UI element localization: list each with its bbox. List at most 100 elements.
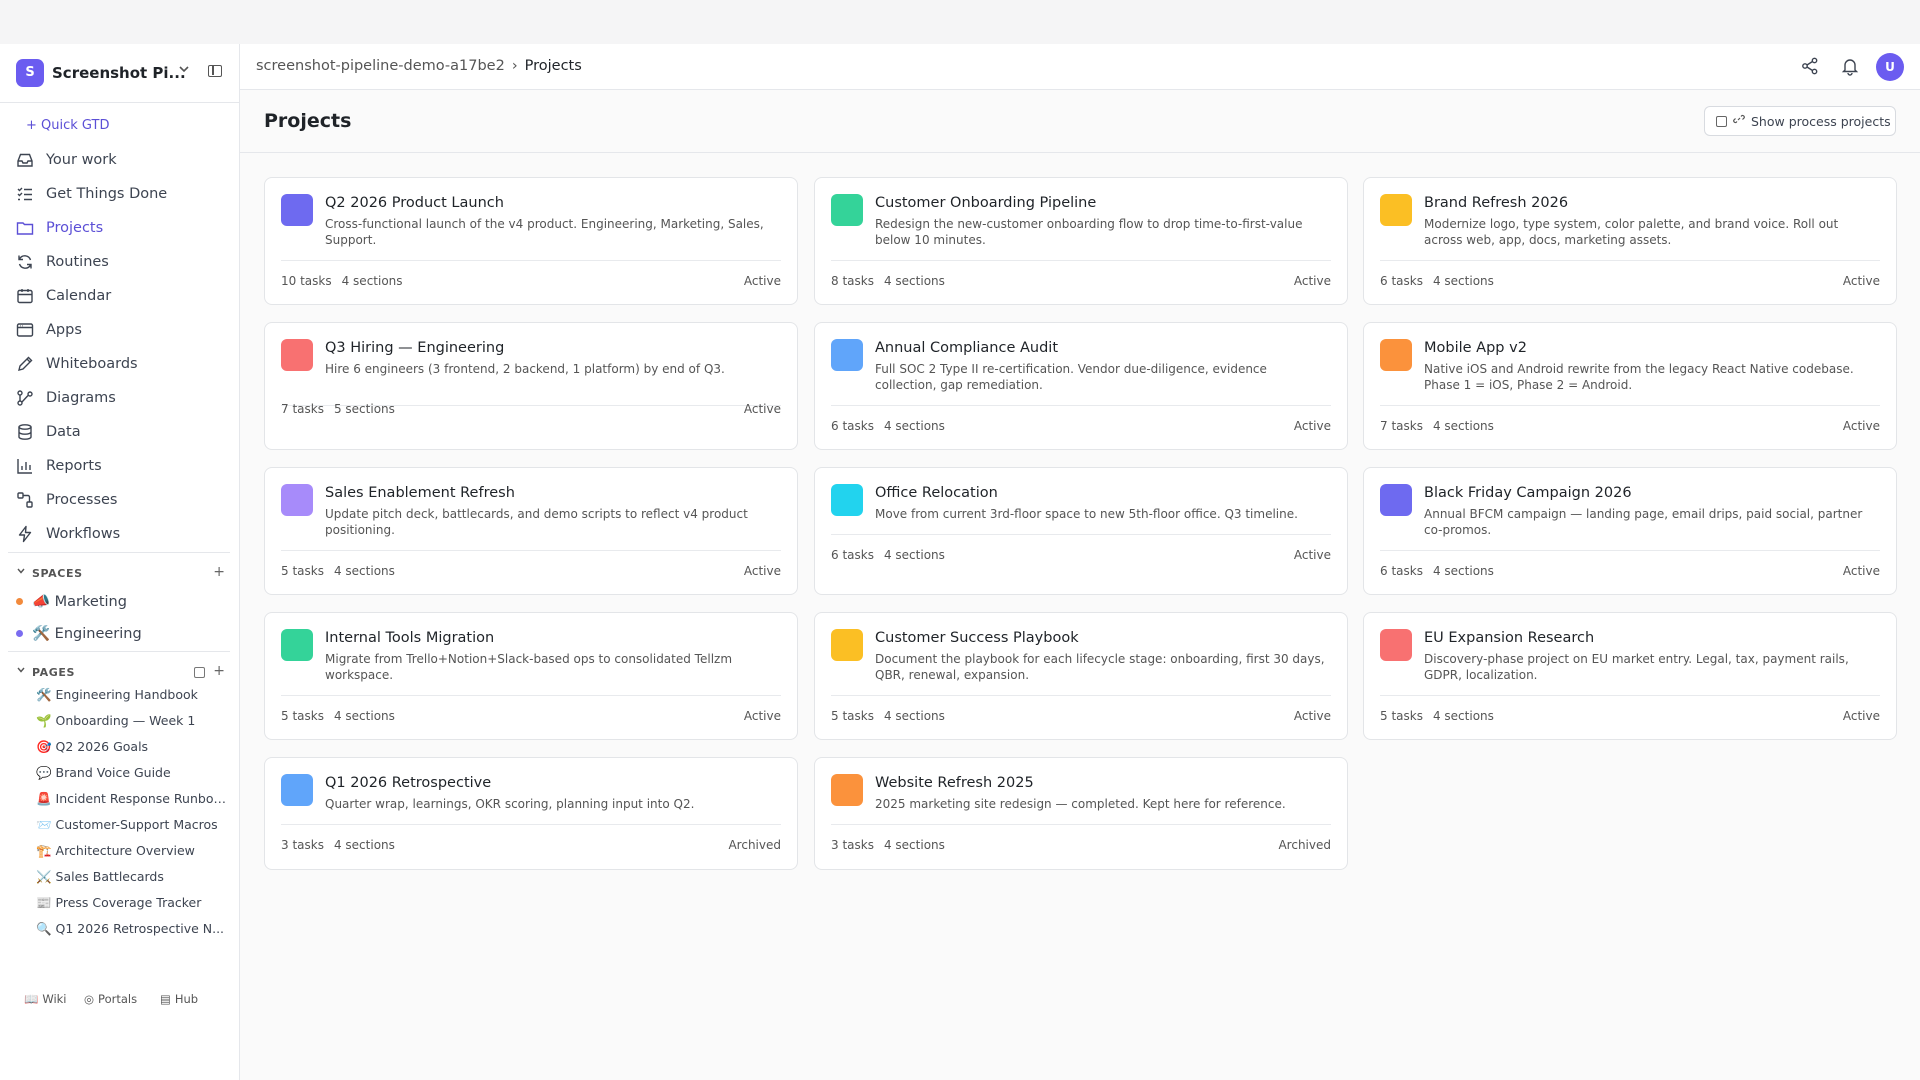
- project-card[interactable]: Q1 2026 Retrospective Quarter wrap, lear…: [264, 757, 798, 870]
- page-label: 🚨 Incident Response Runbook: [36, 791, 226, 806]
- sidebar-page-item[interactable]: 📰 Press Coverage Tracker: [36, 895, 226, 915]
- page-label: 🔍 Q1 2026 Retrospective N...: [36, 921, 225, 936]
- project-card[interactable]: Annual Compliance Audit Full SOC 2 Type …: [814, 322, 1348, 450]
- project-meta: 6 tasks 4 sections: [831, 548, 945, 562]
- wiki-link[interactable]: 📖 Wiki: [24, 992, 67, 1006]
- sidebar-page-item[interactable]: 💬 Brand Voice Guide: [36, 765, 226, 785]
- page-label: 🌱 Onboarding — Week 1: [36, 713, 196, 728]
- sidebar-page-item[interactable]: 📨 Customer-Support Macros: [36, 817, 226, 837]
- refresh-icon: [18, 255, 32, 269]
- project-title: Customer Onboarding Pipeline: [875, 195, 1097, 211]
- user-avatar[interactable]: U: [1876, 53, 1904, 81]
- project-meta: 6 tasks 4 sections: [831, 419, 945, 433]
- sidebar-collapse-icon[interactable]: [208, 65, 222, 77]
- sidebar-page-item[interactable]: 🛠️ Engineering Handbook: [36, 687, 226, 707]
- sidebar-page-item[interactable]: 🚨 Incident Response Runbook: [36, 791, 226, 811]
- sidebar-page-item[interactable]: 🔍 Q1 2026 Retrospective N...: [36, 921, 226, 941]
- page-title: Projects: [264, 110, 352, 132]
- sidebar-item-calendar[interactable]: Calendar: [14, 282, 229, 310]
- project-title: Sales Enablement Refresh: [325, 485, 515, 501]
- sidebar-item-projects[interactable]: Projects: [14, 214, 229, 242]
- sidebar-item-routines[interactable]: Routines: [14, 248, 229, 276]
- sidebar-item-data[interactable]: Data: [14, 418, 229, 446]
- card-divider: [831, 260, 1331, 261]
- project-title: Q1 2026 Retrospective: [325, 775, 492, 791]
- project-card[interactable]: Office Relocation Move from current 3rd-…: [814, 467, 1348, 595]
- sidebar-item-reports[interactable]: Reports: [14, 452, 229, 480]
- sidebar-space-engineering[interactable]: 🛠️ Engineering: [14, 622, 229, 644]
- project-meta: 3 tasks 4 sections: [281, 838, 395, 852]
- chevron-down-icon[interactable]: [16, 665, 26, 678]
- template-icon[interactable]: [194, 667, 205, 678]
- project-card[interactable]: Q3 Hiring — Engineering Hire 6 engineers…: [264, 322, 798, 450]
- project-description: 2025 marketing site redesign — completed…: [875, 797, 1286, 811]
- card-divider: [281, 260, 781, 261]
- add-space-icon[interactable]: +: [213, 564, 225, 580]
- project-color-swatch: [1380, 339, 1412, 371]
- spaces-section-header[interactable]: SPACES +: [14, 564, 229, 583]
- breadcrumb-workspace[interactable]: screenshot-pipeline-demo-a17be2: [256, 58, 505, 74]
- page-label: ⚔️ Sales Battlecards: [36, 869, 164, 884]
- project-card[interactable]: Customer Onboarding Pipeline Redesign th…: [814, 177, 1348, 305]
- sidebar-item-whiteboards[interactable]: Whiteboards: [14, 350, 229, 378]
- project-card[interactable]: Mobile App v2 Native iOS and Android rew…: [1363, 322, 1897, 450]
- portals-link[interactable]: ◎ Portals: [84, 992, 137, 1006]
- project-title: Mobile App v2: [1424, 340, 1527, 356]
- show-process-checkbox[interactable]: [1716, 116, 1727, 127]
- sidebar-item-processes[interactable]: Processes: [14, 486, 229, 514]
- quick-gtd-button[interactable]: + Quick GTD: [26, 118, 109, 133]
- project-description: Modernize logo, type system, color palet…: [1424, 217, 1839, 247]
- workspace-name: Screenshot Pi...: [52, 64, 186, 82]
- pages-label: PAGES: [32, 666, 76, 679]
- page-label: 💬 Brand Voice Guide: [36, 765, 171, 780]
- add-page-icon[interactable]: +: [213, 663, 225, 679]
- pencil-icon: [18, 356, 33, 371]
- project-card[interactable]: Website Refresh 2025 2025 marketing site…: [814, 757, 1348, 870]
- share-icon[interactable]: [1800, 56, 1820, 76]
- project-status: Active: [1293, 709, 1331, 723]
- project-meta: 5 tasks 4 sections: [831, 709, 945, 723]
- sidebar-item-label: Diagrams: [46, 390, 116, 406]
- sidebar-page-item[interactable]: 🎯 Q2 2026 Goals: [36, 739, 226, 759]
- project-status: Active: [1842, 274, 1880, 288]
- project-color-swatch: [1380, 629, 1412, 661]
- link-icon: [1733, 113, 1745, 128]
- project-description: Document the playbook for each lifecycle…: [875, 652, 1325, 682]
- sidebar-item-your-work[interactable]: Your work: [14, 146, 229, 174]
- sidebar-item-diagrams[interactable]: Diagrams: [14, 384, 229, 412]
- workspace-switcher[interactable]: S Screenshot Pi...: [16, 59, 226, 87]
- spaces-label: SPACES: [32, 567, 83, 580]
- project-meta: 5 tasks 4 sections: [281, 564, 395, 578]
- pages-section-header[interactable]: PAGES +: [14, 663, 229, 682]
- sidebar-space-marketing[interactable]: 📣 Marketing: [14, 590, 229, 612]
- sidebar-item-workflows[interactable]: Workflows: [14, 520, 229, 548]
- project-color-swatch: [281, 194, 313, 226]
- project-card[interactable]: Customer Success Playbook Document the p…: [814, 612, 1348, 740]
- sidebar-page-item[interactable]: 🏗️ Architecture Overview: [36, 843, 226, 863]
- project-card[interactable]: EU Expansion Research Discovery-phase pr…: [1363, 612, 1897, 740]
- chevron-down-icon[interactable]: [178, 63, 190, 78]
- project-color-swatch: [1380, 194, 1412, 226]
- project-card[interactable]: Sales Enablement Refresh Update pitch de…: [264, 467, 798, 595]
- show-process-projects-toggle[interactable]: Show process projects: [1704, 106, 1896, 136]
- project-card[interactable]: Internal Tools Migration Migrate from Tr…: [264, 612, 798, 740]
- page-label: 🏗️ Architecture Overview: [36, 843, 195, 858]
- project-status: Archived: [728, 838, 781, 852]
- project-meta: 3 tasks 4 sections: [831, 838, 945, 852]
- page-label: 🎯 Q2 2026 Goals: [36, 739, 149, 754]
- project-card[interactable]: Black Friday Campaign 2026 Annual BFCM c…: [1363, 467, 1897, 595]
- sidebar-item-get-things-done[interactable]: Get Things Done: [14, 180, 229, 208]
- card-divider: [831, 695, 1331, 696]
- chevron-down-icon[interactable]: [16, 566, 26, 579]
- sidebar-page-item[interactable]: ⚔️ Sales Battlecards: [36, 869, 226, 889]
- sidebar-page-item[interactable]: 🌱 Onboarding — Week 1: [36, 713, 226, 733]
- space-color-dot: [16, 630, 23, 637]
- hub-link[interactable]: ▤ Hub: [160, 992, 198, 1006]
- sidebar-item-apps[interactable]: Apps: [14, 316, 229, 344]
- project-card[interactable]: Q2 2026 Product Launch Cross-functional …: [264, 177, 798, 305]
- bell-icon[interactable]: [1840, 56, 1860, 76]
- project-card[interactable]: Brand Refresh 2026 Modernize logo, type …: [1363, 177, 1897, 305]
- project-color-swatch: [831, 194, 863, 226]
- project-color-swatch: [281, 484, 313, 516]
- project-meta: 5 tasks 4 sections: [281, 709, 395, 723]
